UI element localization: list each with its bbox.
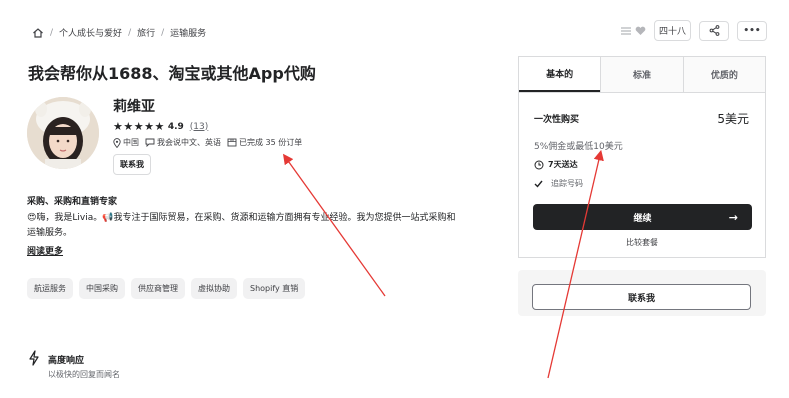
- contact-box: 联系我: [518, 270, 766, 316]
- heart-icon[interactable]: [635, 26, 646, 36]
- tag-list: 航运服务 中国采购 供应商管理 虚拟协助 Shopify 直销: [27, 278, 306, 299]
- breadcrumb-item-personal-growth[interactable]: 个人成长与爱好: [59, 26, 122, 39]
- about-text: 😍嗨，我是Livia。📢我专注于国际贸易，在采购、货源和运输方面拥有专业经验。我…: [27, 213, 456, 238]
- more-dots-icon: •••: [743, 25, 761, 36]
- breadcrumb-separator: /: [50, 27, 54, 38]
- more-options-button[interactable]: •••: [737, 20, 767, 41]
- seller-orders: 已完成 35 份订单: [227, 137, 302, 148]
- feature-title: 高度响应: [48, 356, 85, 366]
- gig-title: 我会帮你从1688、淘宝或其他App代购: [28, 64, 316, 83]
- save-count-badge[interactable]: 四十八: [653, 20, 691, 41]
- package-description: 5%佣金或最低10美元: [534, 142, 623, 152]
- share-button[interactable]: [699, 20, 729, 41]
- chat-bubble-icon: [145, 138, 155, 147]
- checkmark-icon: [534, 180, 543, 188]
- box-icon: [227, 138, 237, 147]
- contact-me-button-small[interactable]: 联系我: [113, 154, 151, 175]
- contact-me-button[interactable]: 联系我: [532, 284, 751, 310]
- review-count-link[interactable]: (13): [190, 122, 208, 132]
- seller-rating: ★★★★★ 4.9 (13): [113, 120, 208, 133]
- package-delivery-text: 7天送达: [548, 160, 578, 169]
- seller-country-text: 中国: [123, 138, 139, 147]
- package-feature-tracking: 追踪号码: [534, 178, 583, 189]
- about-title: 采购、采购和直销专家: [27, 197, 118, 207]
- arrow-right-icon: →: [728, 210, 738, 224]
- breadcrumb-item-travel[interactable]: 旅行: [137, 26, 155, 39]
- home-icon[interactable]: [32, 27, 44, 39]
- seller-name[interactable]: 莉维亚: [113, 96, 155, 116]
- top-actions: 四十八 •••: [620, 20, 767, 41]
- feature-subtitle: 以极快的回复而闻名: [48, 370, 120, 379]
- package-tabs: 基本的 标准 优质的: [519, 57, 765, 93]
- breadcrumb: / 个人成长与爱好 / 旅行 / 运输服务: [32, 26, 206, 39]
- share-icon: [709, 25, 719, 36]
- seller-languages: 我会说中文、英语: [145, 137, 221, 148]
- save-to-list[interactable]: [620, 26, 646, 36]
- clock-icon: [534, 160, 544, 169]
- avatar-image: [27, 97, 99, 169]
- star-icons: ★★★★★: [113, 120, 165, 133]
- seller-languages-text: 我会说中文、英语: [157, 138, 221, 147]
- seller-avatar[interactable]: [27, 97, 99, 169]
- lightning-icon: [29, 350, 39, 366]
- package-panel: 基本的 标准 优质的 一次性购买 5美元 5%佣金或最低10美元 7天送达 追踪…: [518, 56, 766, 258]
- tag-virtual-assistance[interactable]: 虚拟协助: [191, 278, 237, 299]
- breadcrumb-separator: /: [161, 27, 165, 38]
- rating-score: 4.9: [167, 121, 184, 132]
- package-name: 一次性购买: [534, 115, 580, 125]
- compare-packages-link[interactable]: 比较套餐: [519, 237, 765, 248]
- continue-label: 继续: [633, 213, 652, 224]
- read-more-link[interactable]: 阅读更多: [27, 244, 63, 257]
- location-pin-icon: [113, 137, 121, 148]
- seller-meta: 中国 我会说中文、英语 已完成 35 份订单: [113, 137, 302, 148]
- tab-basic[interactable]: 基本的: [519, 57, 601, 92]
- seller-country: 中国: [113, 137, 139, 148]
- tag-shipping[interactable]: 航运服务: [27, 278, 73, 299]
- tag-supplier-management[interactable]: 供应商管理: [131, 278, 185, 299]
- package-tracking-text: 追踪号码: [551, 179, 583, 188]
- list-icon: [620, 26, 631, 35]
- breadcrumb-separator: /: [128, 27, 132, 38]
- package-delivery: 7天送达: [534, 159, 578, 170]
- tag-shopify-dropshipping[interactable]: Shopify 直销: [243, 278, 306, 299]
- package-price: 5美元: [717, 112, 749, 126]
- continue-button[interactable]: 继续 →: [533, 204, 752, 230]
- tab-premium[interactable]: 优质的: [682, 57, 765, 92]
- breadcrumb-item-transport[interactable]: 运输服务: [170, 26, 206, 39]
- seller-orders-text: 已完成 35 份订单: [239, 138, 303, 147]
- tag-china-sourcing[interactable]: 中国采购: [79, 278, 125, 299]
- tab-standard[interactable]: 标准: [600, 57, 683, 92]
